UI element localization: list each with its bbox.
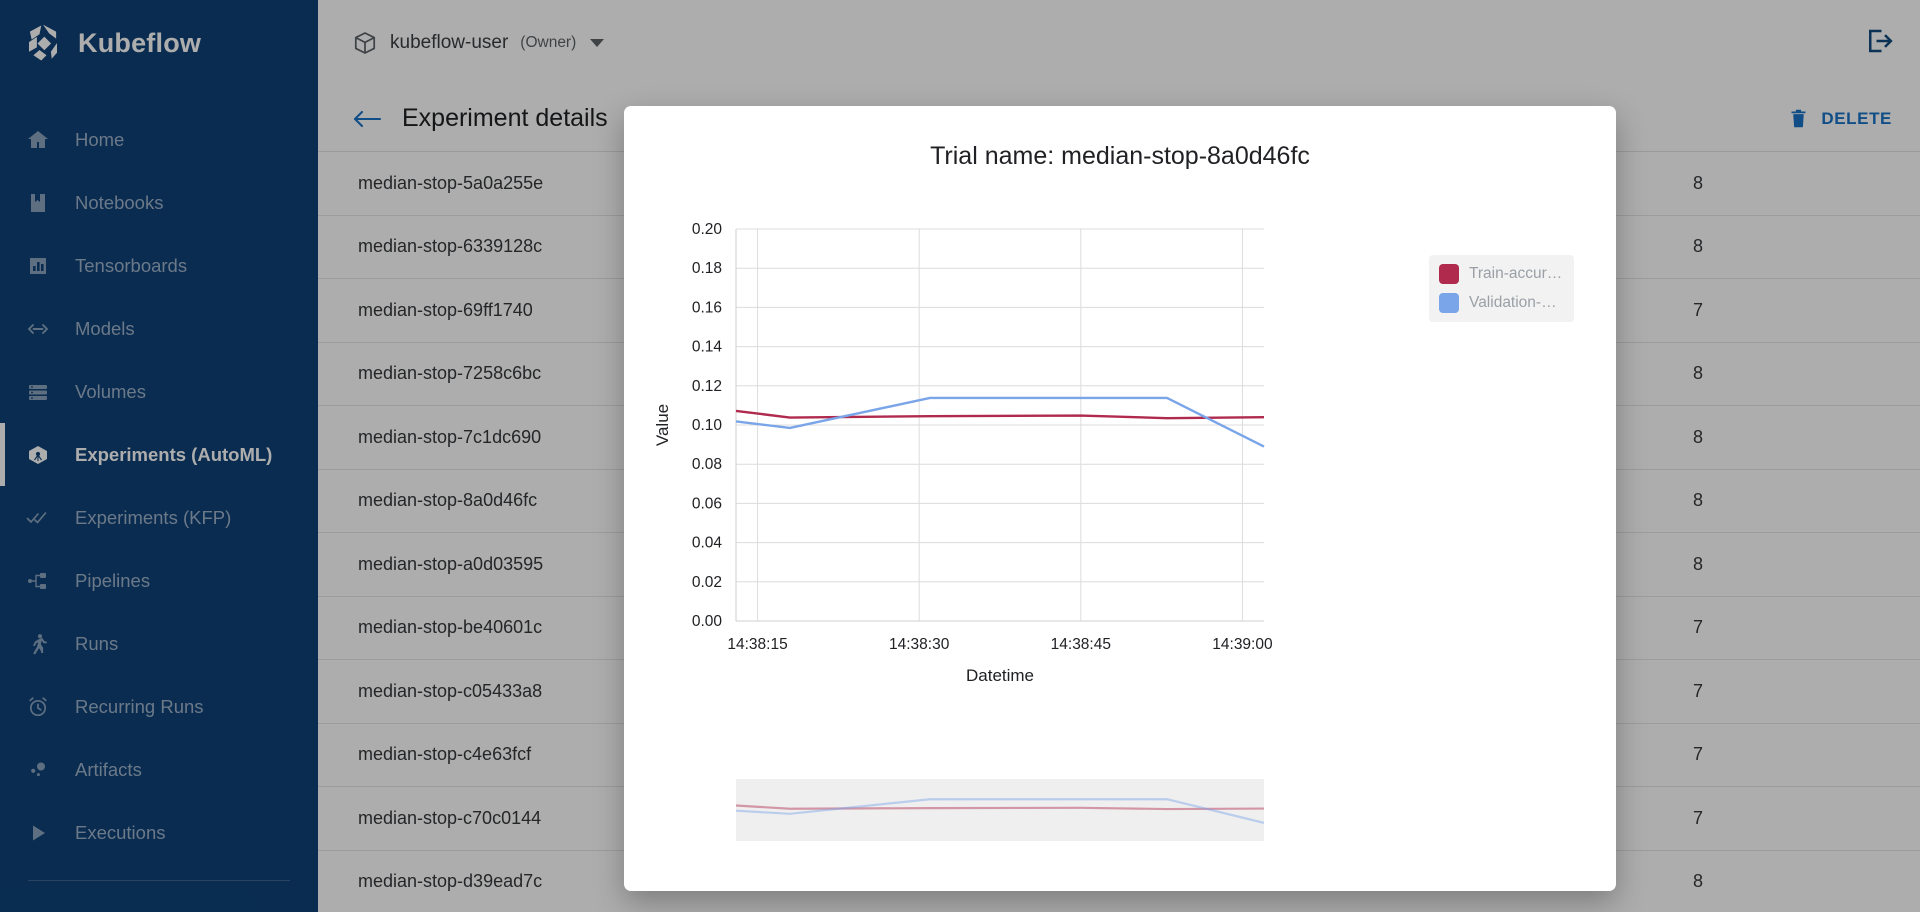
x-tick-label: 14:38:15 — [727, 636, 787, 653]
range-selector[interactable] — [624, 771, 1616, 871]
x-axis-title: Datetime — [966, 666, 1034, 685]
legend-label-validation: Validation-… — [1469, 294, 1557, 312]
y-tick-label: 0.14 — [692, 339, 723, 356]
y-tick-label: 0.16 — [692, 299, 722, 316]
legend-item-train[interactable]: Train-accur… — [1439, 264, 1562, 284]
series-line-validation — [736, 398, 1264, 447]
x-tick-label: 14:39:00 — [1212, 636, 1273, 653]
legend-swatch-train — [1439, 264, 1459, 284]
y-tick-label: 0.04 — [692, 535, 723, 552]
legend-item-validation[interactable]: Validation-… — [1439, 293, 1562, 313]
y-tick-label: 0.18 — [692, 260, 722, 277]
y-tick-label: 0.02 — [692, 574, 722, 591]
trial-chart-modal: Trial name: median-stop-8a0d46fc 0.20 0.1… — [624, 106, 1616, 891]
chart-title: Trial name: median-stop-8a0d46fc — [624, 142, 1616, 171]
chart-legend[interactable]: Train-accur… Validation-… — [1429, 255, 1574, 322]
legend-swatch-validation — [1439, 293, 1459, 313]
y-tick-label: 0.08 — [692, 456, 722, 473]
x-tick-label: 14:38:30 — [889, 636, 950, 653]
app-root: Kubeflow Home Notebooks — [0, 0, 1920, 912]
series-line-train — [736, 411, 1264, 418]
y-tick-label: 0.00 — [692, 613, 723, 630]
y-tick-label: 0.20 — [692, 221, 723, 238]
x-tick-label: 14:38:45 — [1051, 636, 1111, 653]
y-tick-label: 0.12 — [692, 378, 722, 395]
plot-area: 0.20 0.18 0.16 0.14 0.12 0.10 0.08 0.06 0.04 0.02… — [624, 171, 1616, 771]
y-axis-title: Value — [653, 404, 672, 446]
y-tick-label: 0.10 — [692, 417, 723, 434]
y-tick-label: 0.06 — [692, 495, 722, 512]
legend-label-train: Train-accur… — [1469, 265, 1562, 283]
